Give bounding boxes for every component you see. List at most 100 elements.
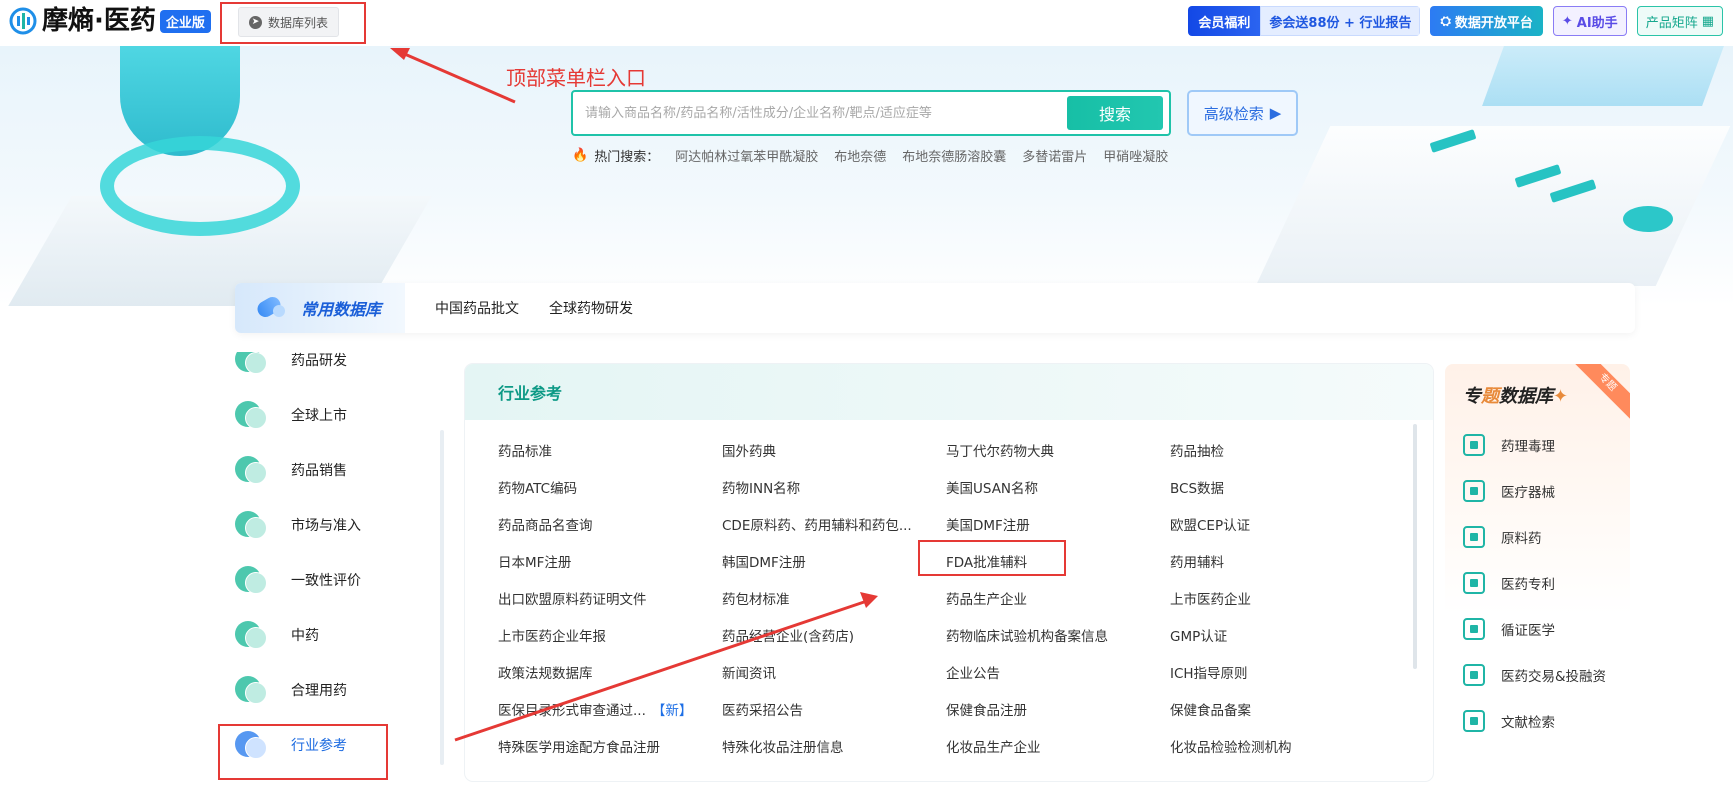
member-offer: 参会送88份 + 行业报告 [1260, 6, 1421, 36]
special-item[interactable]: 药理毒理 [1463, 422, 1630, 468]
caret-right-icon: ▶ [1269, 104, 1282, 122]
panel-scrollbar[interactable] [1413, 424, 1417, 669]
logo-icon [9, 7, 37, 35]
db-link[interactable]: CDE原料药、药用辅料和药包... [722, 508, 946, 545]
hot-search-item[interactable]: 阿达帕林过氧苯甲酰凝胶 [675, 146, 818, 165]
hot-search-item[interactable]: 多替诺雷片 [1022, 146, 1087, 165]
db-link[interactable]: 药物临床试验机构备案信息 [946, 619, 1170, 656]
drug-rd-icon [235, 352, 267, 376]
device-icon [1463, 480, 1485, 502]
db-link[interactable]: 日本MF注册 [498, 545, 722, 582]
db-link[interactable]: 美国USAN名称 [946, 471, 1170, 508]
sidebar-item-label: 市场与准入 [291, 517, 361, 534]
db-link[interactable]: 药品生产企业 [946, 582, 1170, 619]
common-db-title: 常用数据库 [301, 300, 382, 319]
db-link[interactable]: 马丁代尔药物大典 [946, 434, 1170, 471]
special-title-part: 专 [1463, 386, 1481, 407]
db-link[interactable]: 国外药典 [722, 434, 946, 471]
sidebar-item-market-access[interactable]: 市场与准入 [235, 497, 435, 552]
advanced-search-button[interactable]: 高级检索 ▶ [1187, 90, 1298, 136]
sidebar-item-drug-sales[interactable]: 药品销售 [235, 442, 435, 497]
sidebar-item-consistency-eval[interactable]: 一致性评价 [235, 552, 435, 607]
ai-assistant-label: AI助手 [1576, 15, 1618, 31]
db-link[interactable]: 韩国DMF注册 [722, 545, 946, 582]
db-link[interactable]: 药物ATC编码 [498, 471, 722, 508]
db-link[interactable]: BCS数据 [1170, 471, 1400, 508]
special-item[interactable]: 医疗器械 [1463, 468, 1630, 514]
hot-search-label: 热门搜索： [594, 150, 660, 165]
search-button[interactable]: 搜索 [1067, 96, 1163, 130]
open-platform-button[interactable]: ⛭ 数据开放平台 [1430, 6, 1543, 36]
hot-search-item[interactable]: 甲硝唑凝胶 [1103, 146, 1168, 165]
hot-search-item[interactable]: 布地奈德 [834, 146, 886, 165]
product-matrix-button[interactable]: 产品矩阵 ▦ [1636, 6, 1723, 36]
market-icon [235, 509, 267, 541]
edition-badge: 企业版 [159, 9, 211, 33]
db-link[interactable]: 化妆品检验检测机构 [1170, 730, 1400, 767]
member-tag: 会员福利 [1188, 6, 1261, 36]
deal-icon [1463, 664, 1485, 686]
db-link-label: 医保目录形式审查通过... [498, 703, 646, 719]
evidence-icon [1463, 618, 1485, 640]
db-link[interactable]: 新闻资讯 [722, 656, 946, 693]
special-item[interactable]: 循证医学 [1463, 606, 1630, 652]
db-link[interactable]: 出口欧盟原料药证明文件 [498, 582, 722, 619]
special-db-panel: 专题 专题数据库✦ 药理毒理 医疗器械 原料药 医药专利 循证医学 医药交易&投… [1445, 364, 1630, 781]
db-link[interactable]: 医药采招公告 [722, 693, 946, 730]
db-link[interactable]: 药物INN名称 [722, 471, 946, 508]
globe-icon [235, 399, 267, 431]
logo[interactable]: 摩熵·医药 企业版 [8, 5, 211, 37]
pill-icon [255, 295, 289, 321]
ai-assistant-button[interactable]: ✦ AI助手 [1552, 6, 1627, 36]
special-item[interactable]: 文献检索 [1463, 698, 1630, 744]
db-link[interactable]: GMP认证 [1170, 619, 1400, 656]
tab-global-drug-rd[interactable]: 全球药物研发 [549, 298, 633, 318]
db-link[interactable]: 特殊化妆品注册信息 [722, 730, 946, 767]
db-link[interactable]: 欧盟CEP认证 [1170, 508, 1400, 545]
shield-icon [235, 674, 267, 706]
side-nav-scrollbar[interactable] [440, 430, 444, 765]
db-link[interactable]: 药品经营企业(含药店) [722, 619, 946, 656]
sidebar-item-rational-use[interactable]: 合理用药 [235, 662, 435, 717]
special-item-label: 医药专利 [1501, 577, 1555, 593]
sidebar-item-tcm[interactable]: 中药 [235, 607, 435, 662]
sidebar-item-label: 全球上市 [291, 407, 347, 424]
sparkle-icon: ✦ [1553, 386, 1569, 407]
db-link[interactable]: 药品商品名查询 [498, 508, 722, 545]
db-link[interactable]: 特殊医学用途配方食品注册 [498, 730, 722, 767]
db-link[interactable]: 药品标准 [498, 434, 722, 471]
special-ribbon: 专题 [1568, 364, 1630, 422]
patent-icon [1463, 572, 1485, 594]
member-benefit-banner[interactable]: 会员福利 参会送88份 + 行业报告 [1188, 6, 1421, 36]
db-link[interactable]: 上市医药企业 [1170, 582, 1400, 619]
hero-banner [0, 46, 1733, 306]
special-item[interactable]: 原料药 [1463, 514, 1630, 560]
special-item[interactable]: 医药交易&投融资 [1463, 652, 1630, 698]
db-link[interactable]: 保健食品注册 [946, 693, 1170, 730]
sidebar-item-label: 中药 [291, 627, 319, 644]
tab-china-drug-approval[interactable]: 中国药品批文 [435, 298, 519, 318]
search-input[interactable] [573, 92, 1067, 134]
sidebar-item-label: 一致性评价 [291, 572, 361, 589]
platform-icon: ⛭ [1440, 13, 1451, 29]
sidebar-item-label: 药品研发 [291, 352, 347, 369]
db-link[interactable]: 医保目录形式审查通过... 【新】 [498, 693, 722, 730]
logo-text: 摩熵·医药 [42, 6, 156, 36]
special-item[interactable]: 医药专利 [1463, 560, 1630, 606]
db-link[interactable]: 保健食品备案 [1170, 693, 1400, 730]
hot-search-item[interactable]: 布地奈德肠溶胶囊 [902, 146, 1006, 165]
db-link[interactable]: ICH指导原则 [1170, 656, 1400, 693]
db-link[interactable]: 政策法规数据库 [498, 656, 722, 693]
special-item-label: 循证医学 [1501, 623, 1555, 639]
db-link[interactable]: 药用辅料 [1170, 545, 1400, 582]
sidebar-item-label: 合理用药 [291, 682, 347, 699]
db-link[interactable]: 药包材标准 [722, 582, 946, 619]
db-link[interactable]: 企业公告 [946, 656, 1170, 693]
db-link[interactable]: 药品抽检 [1170, 434, 1400, 471]
db-link[interactable]: 上市医药企业年报 [498, 619, 722, 656]
sidebar-item-drug-rd[interactable]: 药品研发 [235, 352, 435, 387]
db-link[interactable]: 化妆品生产企业 [946, 730, 1170, 767]
special-title-part: 题 [1481, 386, 1499, 407]
sidebar-item-global-launch[interactable]: 全球上市 [235, 387, 435, 442]
special-db-title: 专题数据库✦ [1463, 382, 1568, 408]
